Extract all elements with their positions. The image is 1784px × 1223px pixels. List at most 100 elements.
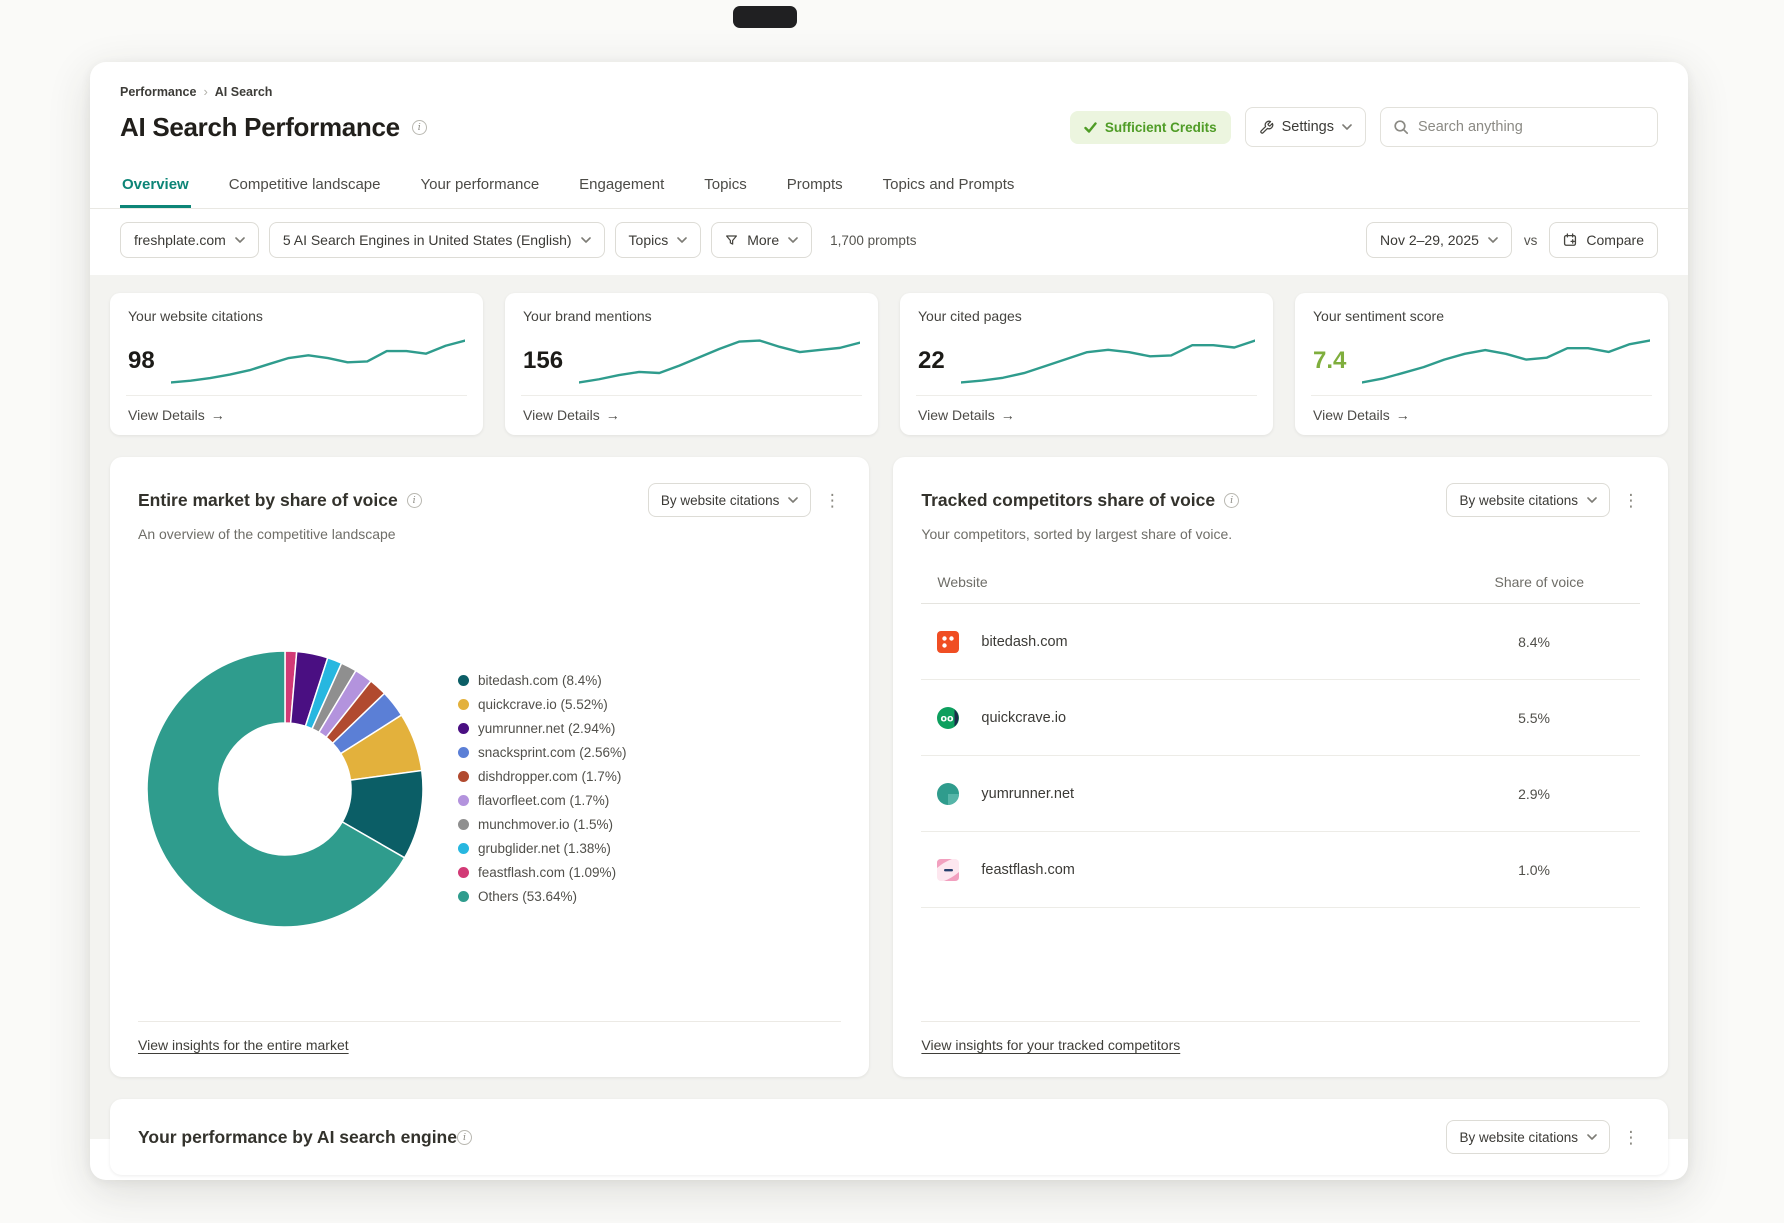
chevron-down-icon (1342, 124, 1352, 130)
metric-sparkline (961, 334, 1255, 388)
legend-label: bitedash.com (8.4%) (478, 673, 602, 688)
credits-badge: Sufficient Credits (1069, 110, 1231, 144)
tab-competitive-landscape[interactable]: Competitive landscape (227, 163, 383, 208)
tab-your-performance[interactable]: Your performance (418, 163, 541, 208)
competitors-table-body: bitedash.com 8.4% oo quickcrave.io 5.5% yumru… (921, 604, 1640, 908)
engine-metric-select[interactable]: By website citations (1446, 1120, 1610, 1154)
topics-dropdown[interactable]: Topics (614, 222, 702, 258)
screenshot-stage: Performance AI Search AI Search Performa… (0, 0, 1784, 1223)
legend-item-yumrunner-net[interactable]: yumrunner.net (2.94%) (458, 721, 627, 736)
competitors-card: Tracked competitors share of voice By we… (893, 457, 1668, 1077)
competitor-row-quickcrave-io[interactable]: oo quickcrave.io 5.5% (921, 680, 1640, 756)
legend-label: dishdropper.com (1.7%) (478, 769, 622, 784)
compare-button[interactable]: Compare (1549, 222, 1658, 258)
prompts-count: 1,700 prompts (830, 232, 917, 248)
search-icon (1394, 120, 1409, 135)
legend-color-dot (458, 723, 469, 734)
legend-label: flavorfleet.com (1.7%) (478, 793, 610, 808)
app-window: Performance AI Search AI Search Performa… (90, 62, 1688, 1180)
arrow-right-icon: → (1000, 407, 1015, 423)
competitor-share: 8.4% (1518, 633, 1550, 650)
title-info-icon[interactable] (411, 119, 427, 135)
divider (921, 1021, 1640, 1022)
tab-overview[interactable]: Overview (120, 163, 191, 208)
metric-cards-row: Your website citations 98 View Details → You… (110, 293, 1668, 435)
view-details-link[interactable]: View Details → (523, 396, 860, 435)
chevron-down-icon (580, 237, 591, 243)
engine-card-info-icon[interactable] (456, 1129, 472, 1145)
legend-color-dot (458, 819, 469, 830)
filter-funnel-icon (726, 234, 738, 245)
credits-badge-label: Sufficient Credits (1104, 119, 1217, 135)
metric-sparkline (171, 334, 465, 388)
legend-label: yumrunner.net (2.94%) (478, 721, 616, 736)
vs-label: vs (1523, 232, 1538, 248)
tab-engagement[interactable]: Engagement (577, 163, 666, 208)
metric-sparkline (1362, 334, 1650, 388)
favicon-bitedash-com (937, 630, 960, 653)
page-title: AI Search Performance (120, 111, 400, 142)
dark-pill-decoration (733, 6, 797, 28)
project-dropdown[interactable]: freshplate.com (120, 222, 259, 258)
tab-prompts[interactable]: Prompts (785, 163, 845, 208)
competitors-card-menu-icon[interactable] (1622, 492, 1640, 509)
market-card-info-icon[interactable] (406, 492, 422, 508)
chevron-down-icon (1587, 1134, 1597, 1140)
settings-label: Settings (1281, 119, 1334, 135)
svg-text:oo: oo (941, 713, 955, 724)
date-range-dropdown[interactable]: Nov 2–29, 2025 (1366, 222, 1512, 258)
settings-button[interactable]: Settings (1244, 107, 1366, 147)
metric-sparkline (579, 334, 860, 388)
competitor-row-feastflash-com[interactable]: feastflash.com 1.0% (921, 832, 1640, 908)
tab-topics[interactable]: Topics (702, 163, 749, 208)
metric-value: 98 (128, 346, 155, 374)
engine-card-title: Your performance by AI search engine (138, 1126, 457, 1147)
engine-card-menu-icon[interactable] (1622, 1129, 1640, 1146)
competitor-row-yumrunner-net[interactable]: yumrunner.net 2.9% (921, 756, 1640, 832)
favicon-quickcrave-io: oo (937, 706, 960, 729)
competitors-insights-link[interactable]: View insights for your tracked competito… (921, 1037, 1180, 1053)
competitor-website: feastflash.com (981, 861, 1075, 878)
donut-legend: bitedash.com (8.4%) quickcrave.io (5.52%)… (458, 673, 627, 904)
view-details-link[interactable]: View Details → (918, 396, 1255, 435)
market-card-subtitle: An overview of the competitive landscape (138, 526, 396, 542)
legend-item-snacksprint-com[interactable]: snacksprint.com (2.56%) (458, 745, 627, 760)
competitor-row-bitedash-com[interactable]: bitedash.com 8.4% (921, 604, 1640, 680)
arrow-right-icon: → (1395, 407, 1410, 423)
breadcrumb-separator-icon (203, 84, 207, 99)
market-metric-select[interactable]: By website citations (647, 483, 812, 517)
chevron-down-icon (788, 237, 798, 243)
competitors-table-header: Website Share of voice (921, 564, 1640, 604)
dashboard-content: Your website citations 98 View Details → You… (90, 275, 1688, 1175)
legend-color-dot (458, 747, 469, 758)
legend-item-bitedash-com[interactable]: bitedash.com (8.4%) (458, 673, 627, 688)
competitors-table: Website Share of voice bitedash.com 8.4% o… (921, 564, 1640, 908)
legend-item-others[interactable]: Others (53.64%) (458, 889, 627, 904)
search-input[interactable] (1418, 119, 1645, 135)
breadcrumb-performance[interactable]: Performance (120, 85, 196, 99)
legend-item-dishdropper-com[interactable]: dishdropper.com (1.7%) (458, 769, 627, 784)
market-card-menu-icon[interactable] (823, 492, 841, 509)
competitors-metric-select-label: By website citations (1459, 492, 1578, 508)
favicon-yumrunner-net (937, 782, 960, 805)
calendar-icon (1564, 233, 1577, 246)
view-details-link[interactable]: View Details → (128, 396, 465, 435)
share-of-voice-donut (146, 649, 424, 928)
more-filters-dropdown[interactable]: More (711, 222, 813, 258)
legend-item-grubglider-net[interactable]: grubglider.net (1.38%) (458, 841, 627, 856)
metric-title: Your sentiment score (1313, 308, 1444, 324)
competitors-card-info-icon[interactable] (1224, 492, 1240, 508)
view-details-link[interactable]: View Details → (1313, 396, 1650, 435)
arrow-right-icon: → (605, 407, 620, 423)
legend-label: munchmover.io (1.5%) (478, 817, 614, 832)
legend-item-quickcrave-io[interactable]: quickcrave.io (5.52%) (458, 697, 627, 712)
market-insights-link[interactable]: View insights for the entire market (138, 1037, 349, 1053)
metric-value: 156 (523, 346, 564, 374)
legend-item-flavorfleet-com[interactable]: flavorfleet.com (1.7%) (458, 793, 627, 808)
engines-dropdown[interactable]: 5 AI Search Engines in United States (En… (268, 222, 605, 258)
legend-item-munchmover-io[interactable]: munchmover.io (1.5%) (458, 817, 627, 832)
tab-topics-and-prompts[interactable]: Topics and Prompts (881, 163, 1017, 208)
market-card-title: Entire market by share of voice (138, 489, 398, 510)
competitors-metric-select[interactable]: By website citations (1446, 483, 1610, 517)
legend-item-feastflash-com[interactable]: feastflash.com (1.09%) (458, 865, 627, 880)
